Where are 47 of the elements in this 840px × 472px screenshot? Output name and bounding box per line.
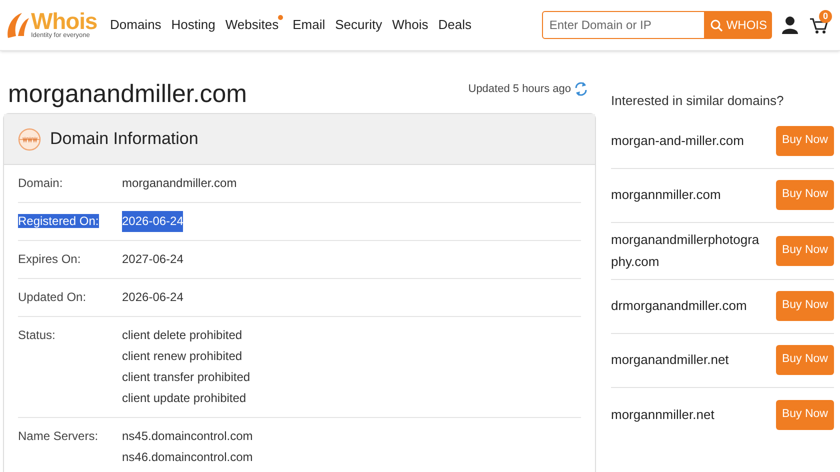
logo-text[interactable]: Whois: [31, 10, 98, 34]
buy-now-button[interactable]: Buy Now: [776, 345, 834, 375]
whois-button[interactable]: WHOIS: [705, 11, 772, 39]
field-value: morganandmiller.com: [122, 175, 237, 192]
buy-now-button[interactable]: Buy Now: [776, 126, 834, 156]
updated-text: Updated 5 hours ago: [468, 82, 571, 96]
nav-link[interactable]: Websites: [225, 15, 279, 35]
user-icon[interactable]: [782, 16, 798, 34]
nav-link[interactable]: Whois: [392, 15, 428, 35]
field-label: Updated On:: [18, 290, 86, 304]
field-value: ns46.domaincontrol.com: [122, 449, 253, 466]
field-label: Status:: [18, 328, 56, 342]
field-value: client transfer prohibited: [122, 369, 250, 386]
similar-domain: morganandmiller.net: [611, 351, 730, 369]
field-value: ns45.domaincontrol.com: [122, 428, 253, 445]
www-icon: [18, 128, 41, 150]
field-value: client delete prohibited: [122, 327, 242, 344]
card-title: Domain Information: [50, 128, 198, 150]
similar-domain: drmorganandmiller.com: [611, 297, 748, 315]
cart-count-badge: 0: [819, 10, 832, 23]
buy-now-button[interactable]: Buy Now: [776, 180, 834, 210]
field-label: Name Servers:: [18, 429, 98, 443]
domain-title: morganandmiller.com: [8, 82, 247, 107]
field-value: client renew prohibited: [122, 348, 242, 365]
similar-domain: morgan-and-miller.com: [611, 132, 745, 150]
similar-domain: morgannmiller.net: [611, 406, 716, 424]
search-icon: [710, 18, 724, 32]
buy-now-button[interactable]: Buy Now: [776, 400, 834, 430]
field-value: 2027-06-24: [122, 251, 184, 268]
nav-link[interactable]: Email: [292, 15, 326, 35]
nav-link[interactable]: Domains: [110, 15, 162, 35]
nav-link[interactable]: Hosting: [171, 15, 216, 35]
field-label: Registered On:: [18, 214, 99, 228]
search-field[interactable]: Enter Domain or IP: [542, 11, 706, 39]
similar-domain: morganandmillerphotography.com: [611, 230, 760, 271]
field-label: Domain:: [18, 176, 63, 190]
field-value: 2026-06-24: [122, 289, 184, 306]
refresh-icon[interactable]: [574, 80, 588, 97]
buy-now-button[interactable]: Buy Now: [776, 291, 834, 321]
nav-link[interactable]: Security: [335, 15, 382, 35]
buy-now-button[interactable]: Buy Now: [776, 236, 834, 266]
similar-domains-heading: Interested in similar domains?: [611, 92, 785, 110]
field-value: 2026-06-24: [122, 211, 184, 232]
field-value: client update prohibited: [122, 390, 246, 407]
similar-domain: morgannmiller.com: [611, 186, 722, 204]
nav-link[interactable]: Deals: [438, 15, 472, 35]
field-label: Expires On:: [18, 252, 81, 266]
